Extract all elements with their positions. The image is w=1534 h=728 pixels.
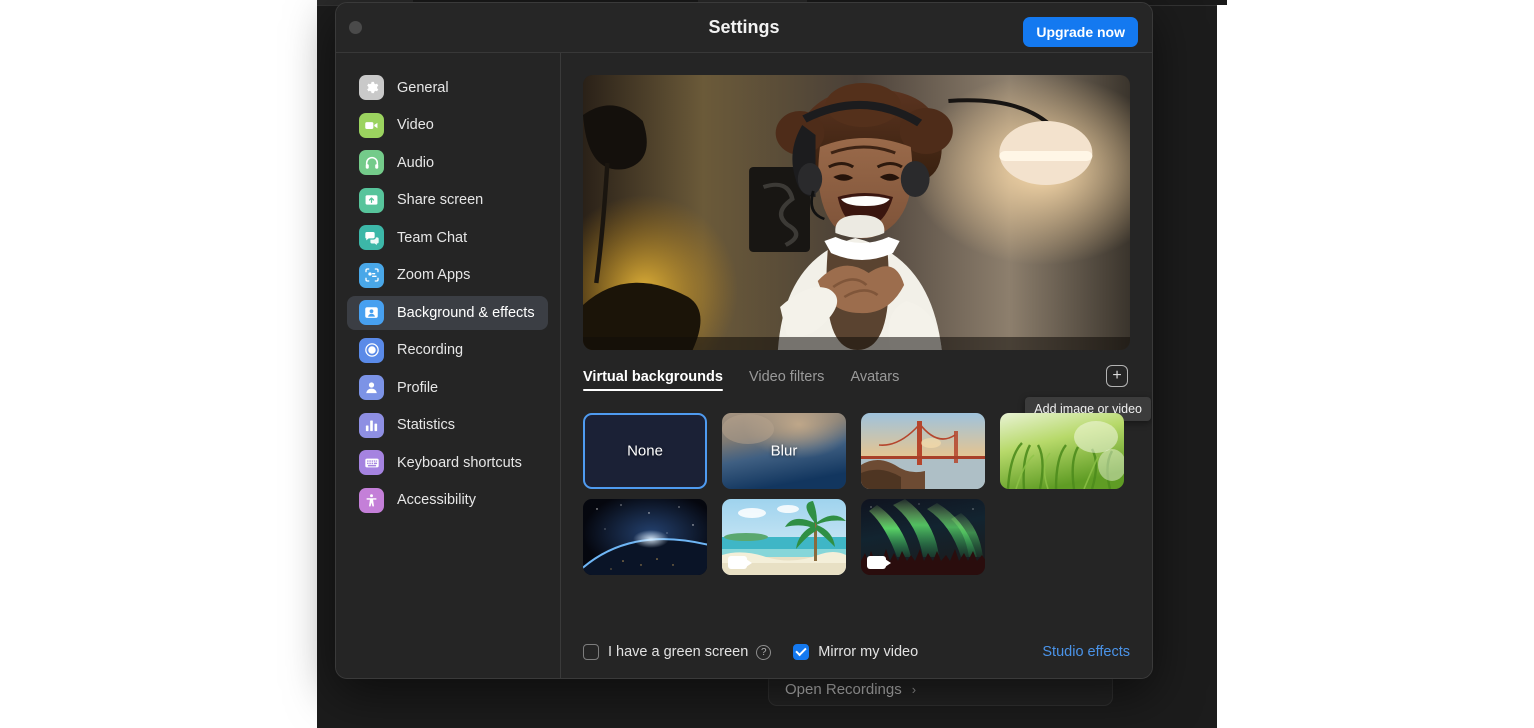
- tab-virtual-backgrounds[interactable]: Virtual backgrounds: [583, 369, 723, 391]
- sidebar-item-label: Zoom Apps: [397, 267, 470, 283]
- sidebar-item-audio[interactable]: Audio: [347, 146, 548, 180]
- sidebar-item-label: Statistics: [397, 417, 455, 433]
- mirror-video-label: Mirror my video: [818, 644, 918, 660]
- sidebar-item-label: Recording: [397, 342, 463, 358]
- zoom-apps-icon: [359, 263, 384, 288]
- background-thumbnail-label: None: [585, 443, 705, 460]
- sidebar-item-label: Profile: [397, 380, 438, 396]
- background-thumbnail-blur[interactable]: Blur: [722, 413, 846, 489]
- sidebar-item-recording[interactable]: Recording: [347, 333, 548, 367]
- background-effects-panel: Virtual backgrounds Video filters Avatars +…: [561, 53, 1152, 679]
- open-recordings-label: Open Recordings: [785, 681, 902, 698]
- sidebar-item-label: Video: [397, 117, 434, 133]
- green-screen-checkbox[interactable]: I have a green screen: [583, 644, 748, 660]
- chat-bubbles-icon: [359, 225, 384, 250]
- sidebar-item-label: Audio: [397, 155, 434, 171]
- sidebar-item-team-chat[interactable]: Team Chat: [347, 221, 548, 255]
- keyboard-icon: [359, 450, 384, 475]
- green-screen-label: I have a green screen: [608, 644, 748, 660]
- sidebar-item-video[interactable]: Video: [347, 108, 548, 142]
- tab-avatars[interactable]: Avatars: [850, 369, 899, 391]
- modal-body: General Video Audio Share screen Team Chat Zo…: [336, 53, 1152, 679]
- mirror-video-checkbox-box[interactable]: [793, 644, 809, 660]
- video-camera-icon: [359, 113, 384, 138]
- background-thumbnail-aurora[interactable]: [861, 499, 985, 575]
- sidebar-item-statistics[interactable]: Statistics: [347, 408, 548, 442]
- background-thumbnail-earth-from-space[interactable]: [583, 499, 707, 575]
- person-frame-icon: [359, 300, 384, 325]
- panel-footer: I have a green screen ? Mirror my video …: [583, 644, 1130, 660]
- close-icon[interactable]: [349, 21, 362, 34]
- upgrade-now-button[interactable]: Upgrade now: [1023, 17, 1138, 47]
- headphones-icon: [359, 150, 384, 175]
- sidebar-item-zoom-apps[interactable]: Zoom Apps: [347, 258, 548, 292]
- gear-icon: [359, 75, 384, 100]
- add-background-button[interactable]: +: [1106, 365, 1128, 387]
- sidebar-item-label: Accessibility: [397, 492, 476, 508]
- modal-titlebar: Settings Upgrade now: [336, 3, 1152, 53]
- person-icon: [359, 375, 384, 400]
- content-tabs: Virtual backgrounds Video filters Avatars +…: [583, 367, 1130, 393]
- video-badge-icon: [867, 556, 886, 569]
- sidebar-item-label: Background & effects: [397, 305, 535, 321]
- help-icon[interactable]: ?: [756, 645, 771, 660]
- background-thumbnail-none[interactable]: None: [583, 413, 707, 489]
- sidebar-item-label: Keyboard shortcuts: [397, 455, 522, 471]
- settings-modal: Settings Upgrade now General Video Audio Sh…: [335, 2, 1153, 679]
- settings-sidebar: General Video Audio Share screen Team Chat Zo…: [336, 53, 561, 679]
- sidebar-item-profile[interactable]: Profile: [347, 371, 548, 405]
- bar-chart-icon: [359, 413, 384, 438]
- chevron-right-icon: ›: [912, 682, 916, 697]
- studio-effects-link[interactable]: Studio effects: [1042, 644, 1130, 660]
- sidebar-item-label: General: [397, 80, 449, 96]
- background-thumbnail-label: Blur: [722, 443, 846, 460]
- background-thumbnail-golden-gate-bridge[interactable]: [861, 413, 985, 489]
- sidebar-item-keyboard-shortcuts[interactable]: Keyboard shortcuts: [347, 446, 548, 480]
- record-circle-icon: [359, 338, 384, 363]
- video-preview: [583, 75, 1130, 350]
- sidebar-item-label: Share screen: [397, 192, 483, 208]
- background-thumbnail-grass[interactable]: [1000, 413, 1124, 489]
- sidebar-item-share-screen[interactable]: Share screen: [347, 183, 548, 217]
- tab-video-filters[interactable]: Video filters: [749, 369, 825, 391]
- share-screen-icon: [359, 188, 384, 213]
- sidebar-item-label: Team Chat: [397, 230, 467, 246]
- screen-root: Open Recordings › Settings Upgrade now G…: [0, 0, 1534, 728]
- green-screen-checkbox-box[interactable]: [583, 644, 599, 660]
- sidebar-item-accessibility[interactable]: Accessibility: [347, 483, 548, 517]
- accessibility-icon: [359, 488, 384, 513]
- sidebar-item-background-effects[interactable]: Background & effects: [347, 296, 548, 330]
- virtual-background-grid: None Blur: [583, 413, 1130, 575]
- background-thumbnail-beach[interactable]: [722, 499, 846, 575]
- mirror-video-checkbox[interactable]: Mirror my video: [793, 644, 918, 660]
- sidebar-item-general[interactable]: General: [347, 71, 548, 105]
- video-badge-icon: [728, 556, 747, 569]
